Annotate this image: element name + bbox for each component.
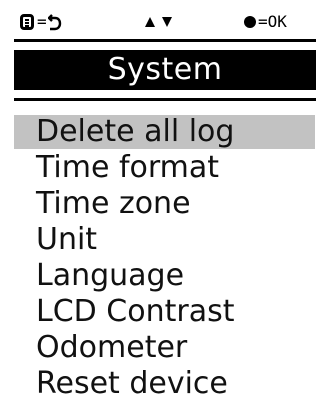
menu-item-reset-device[interactable]: Reset device (0, 366, 329, 402)
menu-item-label: Unit (36, 222, 98, 257)
menu-item-delete-all-log[interactable]: Delete all log (0, 114, 329, 150)
menu-item-language[interactable]: Language (0, 258, 329, 294)
down-triangle-icon (161, 16, 173, 28)
ok-hint: =OK (244, 10, 287, 34)
up-triangle-icon (144, 16, 156, 28)
menu-item-unit[interactable]: Unit (0, 222, 329, 258)
menu-back-hint-separator: = (37, 12, 47, 31)
back-arrow-icon (47, 13, 62, 31)
menu-item-time-format[interactable]: Time format (0, 150, 329, 186)
menu-item-label: Reset device (36, 366, 228, 401)
menu-item-label: Language (36, 258, 185, 293)
navigate-hint (144, 10, 173, 34)
menu-item-lcd-contrast[interactable]: LCD Contrast (0, 294, 329, 330)
menu-item-label: Time format (36, 150, 220, 185)
menu-back-hint: = (20, 10, 62, 34)
menu-item-odometer[interactable]: Odometer (0, 330, 329, 366)
top-divider (14, 39, 316, 42)
title-bar: System (14, 50, 316, 90)
system-menu-list: Delete all log Time format Time zone Uni… (0, 114, 329, 402)
ok-hint-label: =OK (258, 12, 287, 31)
menu-item-label: Time zone (36, 186, 191, 221)
menu-item-label: Odometer (36, 330, 188, 365)
menu-item-label: LCD Contrast (36, 294, 235, 329)
menu-item-time-zone[interactable]: Time zone (0, 186, 329, 222)
page-title: System (107, 52, 223, 87)
device-screen: = =OK System Delete all log Time format … (0, 0, 329, 407)
menu-list-icon (20, 14, 34, 30)
title-divider (14, 98, 316, 101)
filled-circle-icon (244, 16, 256, 28)
menu-item-label: Delete all log (36, 114, 235, 149)
